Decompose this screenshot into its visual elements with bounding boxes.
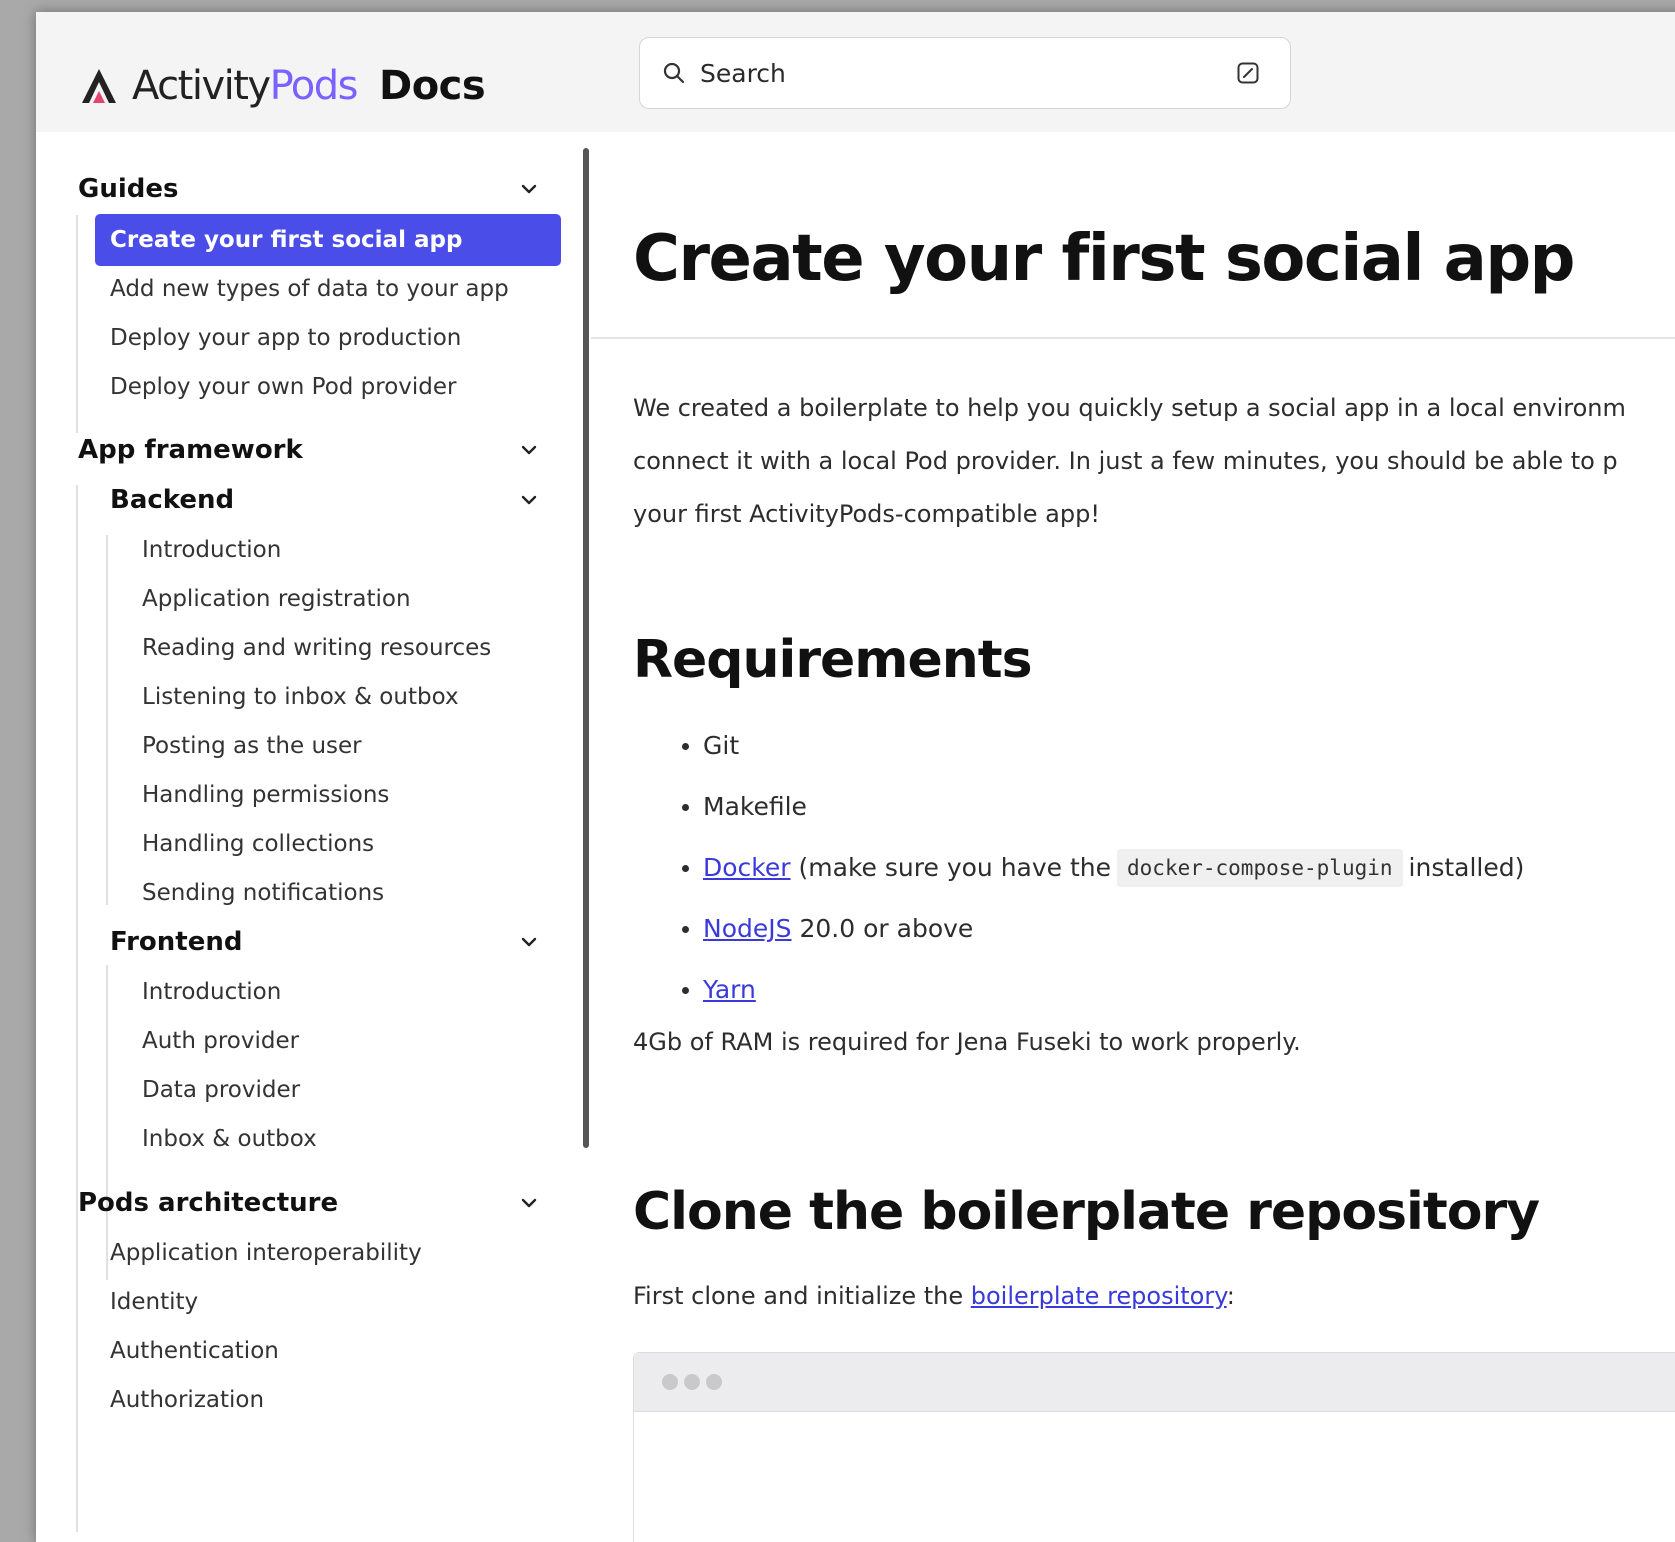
keyboard-shortcut-icon bbox=[1237, 62, 1259, 84]
docker-text: (make sure you have the bbox=[798, 853, 1112, 882]
sidebar-section-guides[interactable]: Guides bbox=[78, 169, 178, 209]
sidebar-item-handling-collections[interactable]: Handling collections bbox=[142, 821, 374, 867]
guides-tree-line bbox=[76, 215, 78, 433]
nodejs-text: 20.0 or above bbox=[799, 914, 974, 943]
brand[interactable]: ActivityPods Docs bbox=[78, 56, 486, 116]
requirements-heading: Requirements bbox=[633, 630, 1033, 690]
sidebar-item-frontend-introduction[interactable]: Introduction bbox=[142, 969, 281, 1015]
page-title: Create your first social app bbox=[633, 222, 1575, 296]
search-placeholder: Search bbox=[700, 58, 786, 88]
docker-text-post: installed) bbox=[1408, 853, 1525, 882]
pods-tree-line bbox=[76, 1232, 78, 1532]
sidebar-item-identity[interactable]: Identity bbox=[110, 1279, 198, 1325]
chevron-down-icon[interactable] bbox=[518, 931, 540, 953]
sidebar-item-authorization[interactable]: Authorization bbox=[110, 1377, 264, 1423]
brand-docs-label: Docs bbox=[379, 63, 486, 109]
intro-line: We created a boilerplate to help you qui… bbox=[633, 394, 1626, 422]
ram-note: 4Gb of RAM is required for Jena Fuseki t… bbox=[633, 1028, 1301, 1056]
sidebar-item-handling-permissions[interactable]: Handling permissions bbox=[142, 772, 389, 818]
intro-paragraph: We created a boilerplate to help you qui… bbox=[633, 382, 1675, 541]
backend-tree-line bbox=[106, 535, 108, 905]
sidebar-subsection-frontend[interactable]: Frontend bbox=[110, 922, 242, 962]
sidebar-item-create-first-social-app[interactable]: Create your first social app bbox=[95, 214, 561, 266]
window-dots-icon bbox=[634, 1353, 1675, 1412]
search-input[interactable]: Search bbox=[639, 37, 1291, 109]
sidebar-item-data-provider[interactable]: Data provider bbox=[142, 1067, 300, 1113]
nodejs-link[interactable]: NodeJS bbox=[703, 914, 792, 943]
sidebar-item-authentication[interactable]: Authentication bbox=[110, 1328, 279, 1374]
chevron-down-icon[interactable] bbox=[518, 1192, 540, 1214]
docker-link[interactable]: Docker bbox=[703, 853, 791, 882]
list-item: Docker (make sure you have the docker-co… bbox=[633, 837, 1524, 898]
sidebar-item-add-new-types[interactable]: Add new types of data to your app bbox=[110, 266, 509, 312]
sidebar-item-reading-writing-resources[interactable]: Reading and writing resources bbox=[142, 625, 491, 671]
sidebar-item-inbox-outbox[interactable]: Inbox & outbox bbox=[142, 1116, 317, 1162]
title-divider bbox=[591, 337, 1675, 339]
dot bbox=[662, 1374, 678, 1390]
clone-paragraph: First clone and initialize the boilerpla… bbox=[633, 1282, 1235, 1310]
boilerplate-repository-link[interactable]: boilerplate repository bbox=[971, 1282, 1227, 1310]
sidebar-subsection-backend[interactable]: Backend bbox=[110, 480, 234, 520]
search-icon bbox=[663, 62, 685, 84]
clone-text-pre: First clone and initialize the bbox=[633, 1282, 964, 1310]
list-item: Yarn bbox=[633, 959, 1524, 1020]
sidebar-section-app-framework[interactable]: App framework bbox=[78, 430, 303, 470]
sidebar-item-application-registration[interactable]: Application registration bbox=[142, 576, 411, 622]
sidebar-scrollbar[interactable] bbox=[583, 148, 589, 1148]
sidebar-item-listening-inbox-outbox[interactable]: Listening to inbox & outbox bbox=[142, 674, 459, 720]
list-item: Git bbox=[633, 715, 1524, 776]
requirement-git: Git bbox=[703, 731, 740, 760]
sidebar-item-posting-as-user[interactable]: Posting as the user bbox=[142, 723, 362, 769]
sidebar-item-deploy-app[interactable]: Deploy your app to production bbox=[110, 315, 461, 361]
brand-name: ActivityPods bbox=[132, 63, 359, 109]
dot bbox=[684, 1374, 700, 1390]
sidebar-item-auth-provider[interactable]: Auth provider bbox=[142, 1018, 299, 1064]
chevron-down-icon[interactable] bbox=[518, 178, 540, 200]
app-framework-tree-line bbox=[76, 485, 78, 1280]
chevron-down-icon[interactable] bbox=[518, 439, 540, 461]
sidebar-item-sending-notifications[interactable]: Sending notifications bbox=[142, 870, 384, 916]
intro-line: your first ActivityPods-compatible app! bbox=[633, 500, 1100, 528]
chevron-down-icon[interactable] bbox=[518, 489, 540, 511]
sidebar-nav: Guides Create your first social app Add … bbox=[36, 132, 591, 1542]
clone-text-post: : bbox=[1226, 1282, 1235, 1310]
clone-heading: Clone the boilerplate repository bbox=[633, 1182, 1540, 1242]
list-item: Makefile bbox=[633, 776, 1524, 837]
code-block bbox=[633, 1352, 1675, 1542]
list-item: NodeJS 20.0 or above bbox=[633, 898, 1524, 959]
yarn-link[interactable]: Yarn bbox=[703, 975, 756, 1004]
sidebar-item-backend-introduction[interactable]: Introduction bbox=[142, 527, 281, 573]
top-header: ActivityPods Docs Search bbox=[36, 12, 1675, 132]
sidebar-item-deploy-pod-provider[interactable]: Deploy your own Pod provider bbox=[110, 364, 457, 410]
sidebar-item-application-interoperability[interactable]: Application interoperability bbox=[110, 1230, 422, 1276]
docker-compose-code: docker-compose-plugin bbox=[1117, 848, 1403, 887]
main-content: Create your first social app We created … bbox=[591, 132, 1675, 1542]
browser-window: ActivityPods Docs Search Guides Create y… bbox=[36, 12, 1675, 1542]
dot bbox=[706, 1374, 722, 1390]
intro-line: connect it with a local Pod provider. In… bbox=[633, 447, 1618, 475]
frontend-tree-line bbox=[106, 965, 108, 1280]
requirement-makefile: Makefile bbox=[703, 792, 807, 821]
sidebar-section-pods-architecture[interactable]: Pods architecture bbox=[78, 1183, 338, 1223]
activitypods-logo-icon bbox=[82, 69, 116, 103]
requirements-list: Git Makefile Docker (make sure you have … bbox=[633, 715, 1524, 1020]
